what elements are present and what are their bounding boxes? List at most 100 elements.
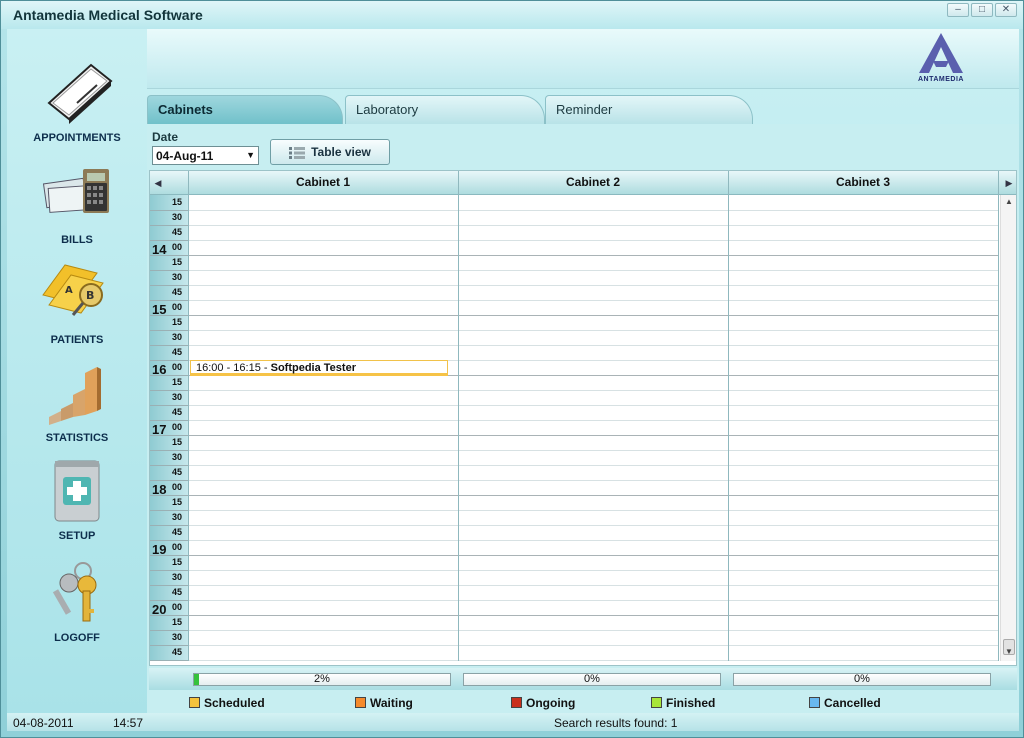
sidebar-item-label: STATISTICS [45, 432, 109, 444]
slot-line [188, 390, 998, 391]
progress-label: 2% [314, 673, 330, 685]
close-icon[interactable]: ✕ [995, 3, 1017, 17]
time-line [150, 600, 188, 601]
scroll-left-icon[interactable]: ◀ [150, 171, 166, 195]
slot-line [188, 660, 998, 661]
tab-cabinets[interactable]: Cabinets [147, 95, 343, 125]
slot-line [188, 645, 998, 646]
slot-line [188, 285, 998, 286]
tab-laboratory[interactable]: Laboratory [345, 95, 545, 125]
minute-label: 15 [172, 257, 183, 267]
scroll-right-icon[interactable]: ▶ [1002, 171, 1016, 195]
status-bar: 04-08-2011 14:57 Search results found: 1 [7, 713, 1019, 731]
table-icon [289, 146, 306, 159]
slot-line [188, 525, 998, 526]
time-line [150, 570, 188, 571]
legend-label: Cancelled [824, 696, 881, 710]
legend-ongoing: Ongoing [511, 696, 575, 710]
header-panel: ANTAMEDIA [147, 29, 1019, 89]
time-line [150, 645, 188, 646]
time-line [150, 390, 188, 391]
time-line [150, 345, 188, 346]
appointment-patient: Softpedia Tester [270, 362, 356, 374]
time-line [150, 495, 188, 496]
slot-line [188, 435, 998, 436]
minute-label: 00 [172, 362, 183, 372]
sidebar-item-label: BILLS [61, 234, 93, 246]
svg-text:A: A [65, 285, 73, 296]
minute-label: 00 [172, 422, 183, 432]
scroll-up-icon[interactable]: ▲ [1001, 197, 1017, 211]
progress-row: 2% 0% 0% [149, 668, 1017, 690]
progress-bar-cabinet-1: 2% [193, 673, 451, 686]
maximize-icon[interactable]: □ [971, 3, 993, 17]
progress-bar-cabinet-2: 0% [463, 673, 721, 686]
time-column: 15 30 45 00 14 15 30 45 00 15 15 30 45 00 16 15 30 45 00 17… [150, 195, 188, 661]
time-line [150, 585, 188, 586]
column-divider [728, 171, 729, 661]
date-value: 04-Aug-11 [156, 149, 214, 163]
grid-header: ◀ Cabinet 1 Cabinet 2 Cabinet 3 ▶ [150, 171, 1016, 195]
logo-a-icon [919, 33, 963, 73]
time-line [150, 405, 188, 406]
slot-line [188, 210, 998, 211]
minute-label: 45 [172, 587, 183, 597]
app-window: Antamedia Medical Software – □ ✕ APPOINT… [0, 0, 1024, 738]
slot-line [188, 270, 998, 271]
slot-line [188, 510, 998, 511]
slot-line [188, 345, 998, 346]
vertical-scrollbar[interactable]: ▲ ▼ [1000, 195, 1016, 661]
scroll-down-icon[interactable]: ▼ [1001, 647, 1017, 661]
slot-line [188, 540, 998, 541]
status-time: 14:57 [113, 716, 144, 730]
minute-label: 15 [172, 197, 183, 207]
time-line [150, 300, 188, 301]
progress-label: 0% [854, 673, 870, 685]
sidebar-item-patients[interactable]: A B PATIENTS [7, 261, 147, 346]
sidebar-item-logoff[interactable]: LOGOFF [7, 559, 147, 644]
medical-cabinet-icon [54, 460, 100, 522]
sidebar-item-setup[interactable]: SETUP [7, 457, 147, 542]
sidebar-item-appointments[interactable]: APPOINTMENTS [7, 59, 147, 144]
minimize-icon[interactable]: – [947, 3, 969, 17]
minute-label: 45 [172, 347, 183, 357]
title-bar: Antamedia Medical Software – □ ✕ [1, 1, 1023, 29]
sidebar-item-bills[interactable]: BILLS [7, 161, 147, 246]
keys-icon [52, 562, 97, 622]
minute-label: 15 [172, 317, 183, 327]
time-line [150, 270, 188, 271]
date-dropdown[interactable]: 04-Aug-11 ▼ [152, 146, 259, 165]
legend-swatch [189, 697, 200, 708]
sidebar-item-label: SETUP [58, 530, 96, 542]
legend-label: Scheduled [204, 696, 265, 710]
time-line [150, 660, 188, 661]
minute-label: 30 [172, 272, 183, 282]
progress-bar-cabinet-3: 0% [733, 673, 991, 686]
sidebar-item-statistics[interactable]: STATISTICS [7, 359, 147, 444]
slot-line [188, 480, 998, 481]
sidebar-item-label: LOGOFF [54, 632, 100, 644]
slot-line [188, 420, 998, 421]
time-line [150, 555, 188, 556]
minute-label: 45 [172, 287, 183, 297]
appointment-block[interactable]: 16:00 - 16:15 - Softpedia Tester [190, 360, 448, 376]
progress-fill [194, 674, 200, 685]
minute-label: 45 [172, 527, 183, 537]
minute-label: 30 [172, 452, 183, 462]
sidebar-item-label: APPOINTMENTS [33, 132, 121, 144]
client-area: APPOINTMENTS BILLS A B PATIENTS STATISTI… [7, 29, 1019, 731]
status-date: 04-08-2011 [13, 716, 74, 730]
time-line [150, 330, 188, 331]
slot-line [188, 315, 998, 316]
date-label: Date [152, 130, 179, 144]
time-line [150, 315, 188, 316]
slot-line [188, 405, 998, 406]
legend-swatch [355, 697, 366, 708]
slot-line [188, 615, 998, 616]
minute-label: 00 [172, 482, 183, 492]
appointment-time: 16:00 - 16:15 - [196, 362, 271, 374]
column-divider [188, 171, 189, 661]
minute-label: 00 [172, 542, 183, 552]
table-view-button[interactable]: Table view [270, 139, 390, 165]
tab-reminder[interactable]: Reminder [545, 95, 753, 125]
